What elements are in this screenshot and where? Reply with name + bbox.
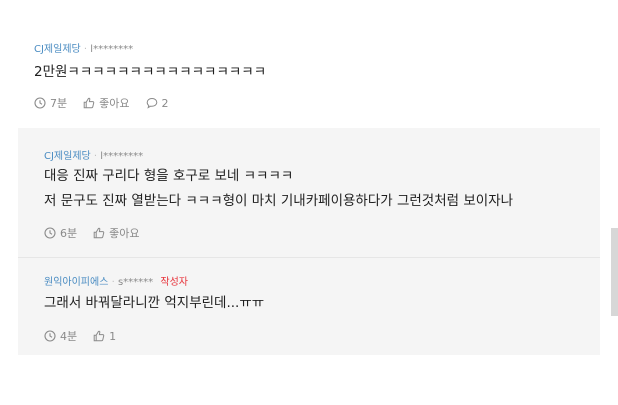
- author-id: l********: [100, 151, 144, 162]
- comment-time: 7분: [34, 95, 67, 111]
- clock-icon: [44, 330, 56, 342]
- author-badge: 작성자: [160, 277, 188, 288]
- thumbs-up-icon: [93, 330, 105, 342]
- reply-text-line: 대응 진짜 구리다 형을 호구로 보네 ㅋㅋㅋㅋ: [44, 168, 294, 184]
- reply-count: 2: [161, 96, 169, 110]
- like-button[interactable]: 좋아요: [93, 225, 140, 241]
- reply-time: 6분: [44, 225, 77, 241]
- reply-divider: [18, 257, 600, 258]
- time-label: 6분: [60, 227, 78, 240]
- thumbs-up-icon: [93, 227, 105, 239]
- author-id: s******: [117, 277, 154, 288]
- meta-separator: ·: [93, 151, 98, 162]
- replies-panel: [18, 128, 600, 355]
- clock-icon: [34, 97, 46, 109]
- meta-separator: ·: [111, 277, 115, 288]
- comment-meta: CJ제일제당 · l********: [34, 40, 133, 55]
- reply-meta: CJ제일제당 · l********: [44, 147, 143, 162]
- like-button[interactable]: 좋아요: [83, 95, 130, 111]
- comment-text: 2만원ㅋㅋㅋㅋㅋㅋㅋㅋㅋㅋㅋㅋㅋㅋㅋㅋ: [34, 64, 267, 80]
- thumbs-up-icon: [83, 97, 95, 109]
- like-button[interactable]: 1: [93, 330, 116, 343]
- scrollbar-thumb[interactable]: [611, 228, 618, 316]
- like-label: 좋아요: [109, 227, 140, 240]
- meta-separator: ·: [83, 44, 88, 55]
- reply-actions: 4분 1: [44, 328, 132, 344]
- time-label: 7분: [50, 97, 68, 110]
- author-nickname[interactable]: CJ제일제당: [34, 44, 81, 55]
- like-label: 좋아요: [99, 97, 130, 110]
- author-nickname[interactable]: 원익아이피에스: [44, 277, 108, 288]
- reply-actions: 6분 좋아요: [44, 225, 156, 241]
- like-count: 1: [109, 329, 117, 343]
- reply-time: 4분: [44, 328, 77, 344]
- reply-text-line: 저 문구도 진짜 열받는다 ㅋㅋㅋ형이 마치 기내카페이용하다가 그런것처럼 보…: [44, 193, 514, 209]
- comment-actions: 7분 좋아요 2: [34, 95, 185, 111]
- reply-text-line: 그래서 바꿔달라니깐 억지부린데...ㅠㅠ: [44, 295, 265, 311]
- clock-icon: [44, 227, 56, 239]
- author-nickname[interactable]: CJ제일제당: [44, 151, 91, 162]
- reply-meta: 원익아이피에스 · s****** 작성자: [44, 273, 188, 288]
- reply-button[interactable]: 2: [146, 97, 169, 110]
- author-id: l********: [90, 44, 134, 55]
- time-label: 4분: [60, 330, 78, 343]
- speech-bubble-icon: [146, 97, 157, 109]
